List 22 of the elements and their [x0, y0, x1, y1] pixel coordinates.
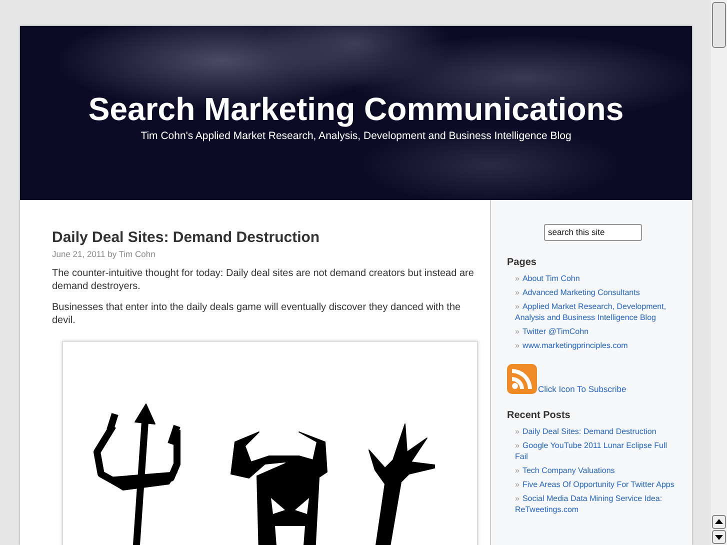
site-tagline: Tim Cohn's Applied Market Research, Analysis, Development and Business Intelligence Blog: [140, 130, 572, 142]
recent-post-link[interactable]: » Tech Company Valuations: [507, 464, 682, 476]
subscribe-link[interactable]: Click Icon To Subscribe: [538, 384, 626, 394]
scrollbar-thumb[interactable]: [712, 2, 726, 48]
page-link[interactable]: » About Tim Cohn: [507, 272, 682, 284]
post-title[interactable]: Daily Deal Sites: Demand Destruction: [52, 229, 478, 246]
recent-post-link[interactable]: » Five Areas Of Opportunity For Twitter Apps: [507, 478, 682, 490]
recent-post-link[interactable]: » Google YouTube 2011 Lunar Eclipse Full Fail: [507, 440, 682, 462]
post-paragraph: The counter-intuitive thought for today: Daily deal sites are not demand creators but instead are demand destroyers.: [52, 267, 475, 293]
recent-posts-heading: Recent Posts: [507, 410, 572, 420]
rss-feed-icon[interactable]: [507, 364, 537, 394]
site-title[interactable]: Search Marketing Communications: [20, 90, 692, 128]
post-meta: June 21, 2011 by Tim Cohn: [52, 249, 156, 259]
page-link[interactable]: » Advanced Marketing Consultants: [507, 286, 682, 298]
recent-post-link[interactable]: » Social Media Data Mining Service Idea: ReTweetings.com: [507, 492, 682, 514]
page-link[interactable]: » Twitter @TimCohn: [507, 326, 682, 336]
pages-heading: Pages: [507, 256, 538, 268]
recent-post-link[interactable]: » Daily Deal Sites: Demand Destruction: [507, 426, 682, 436]
search-field[interactable]: search this site: [544, 224, 642, 240]
page-link[interactable]: » Applied Market Research, Development, Analysis and Business Intelligence Blog: [507, 300, 682, 322]
page-link[interactable]: » www.marketingprinciples.com: [507, 340, 682, 350]
post-paragraph: Businesses that enter into the daily deals game will eventually discover they danced with the devil.: [52, 301, 462, 327]
